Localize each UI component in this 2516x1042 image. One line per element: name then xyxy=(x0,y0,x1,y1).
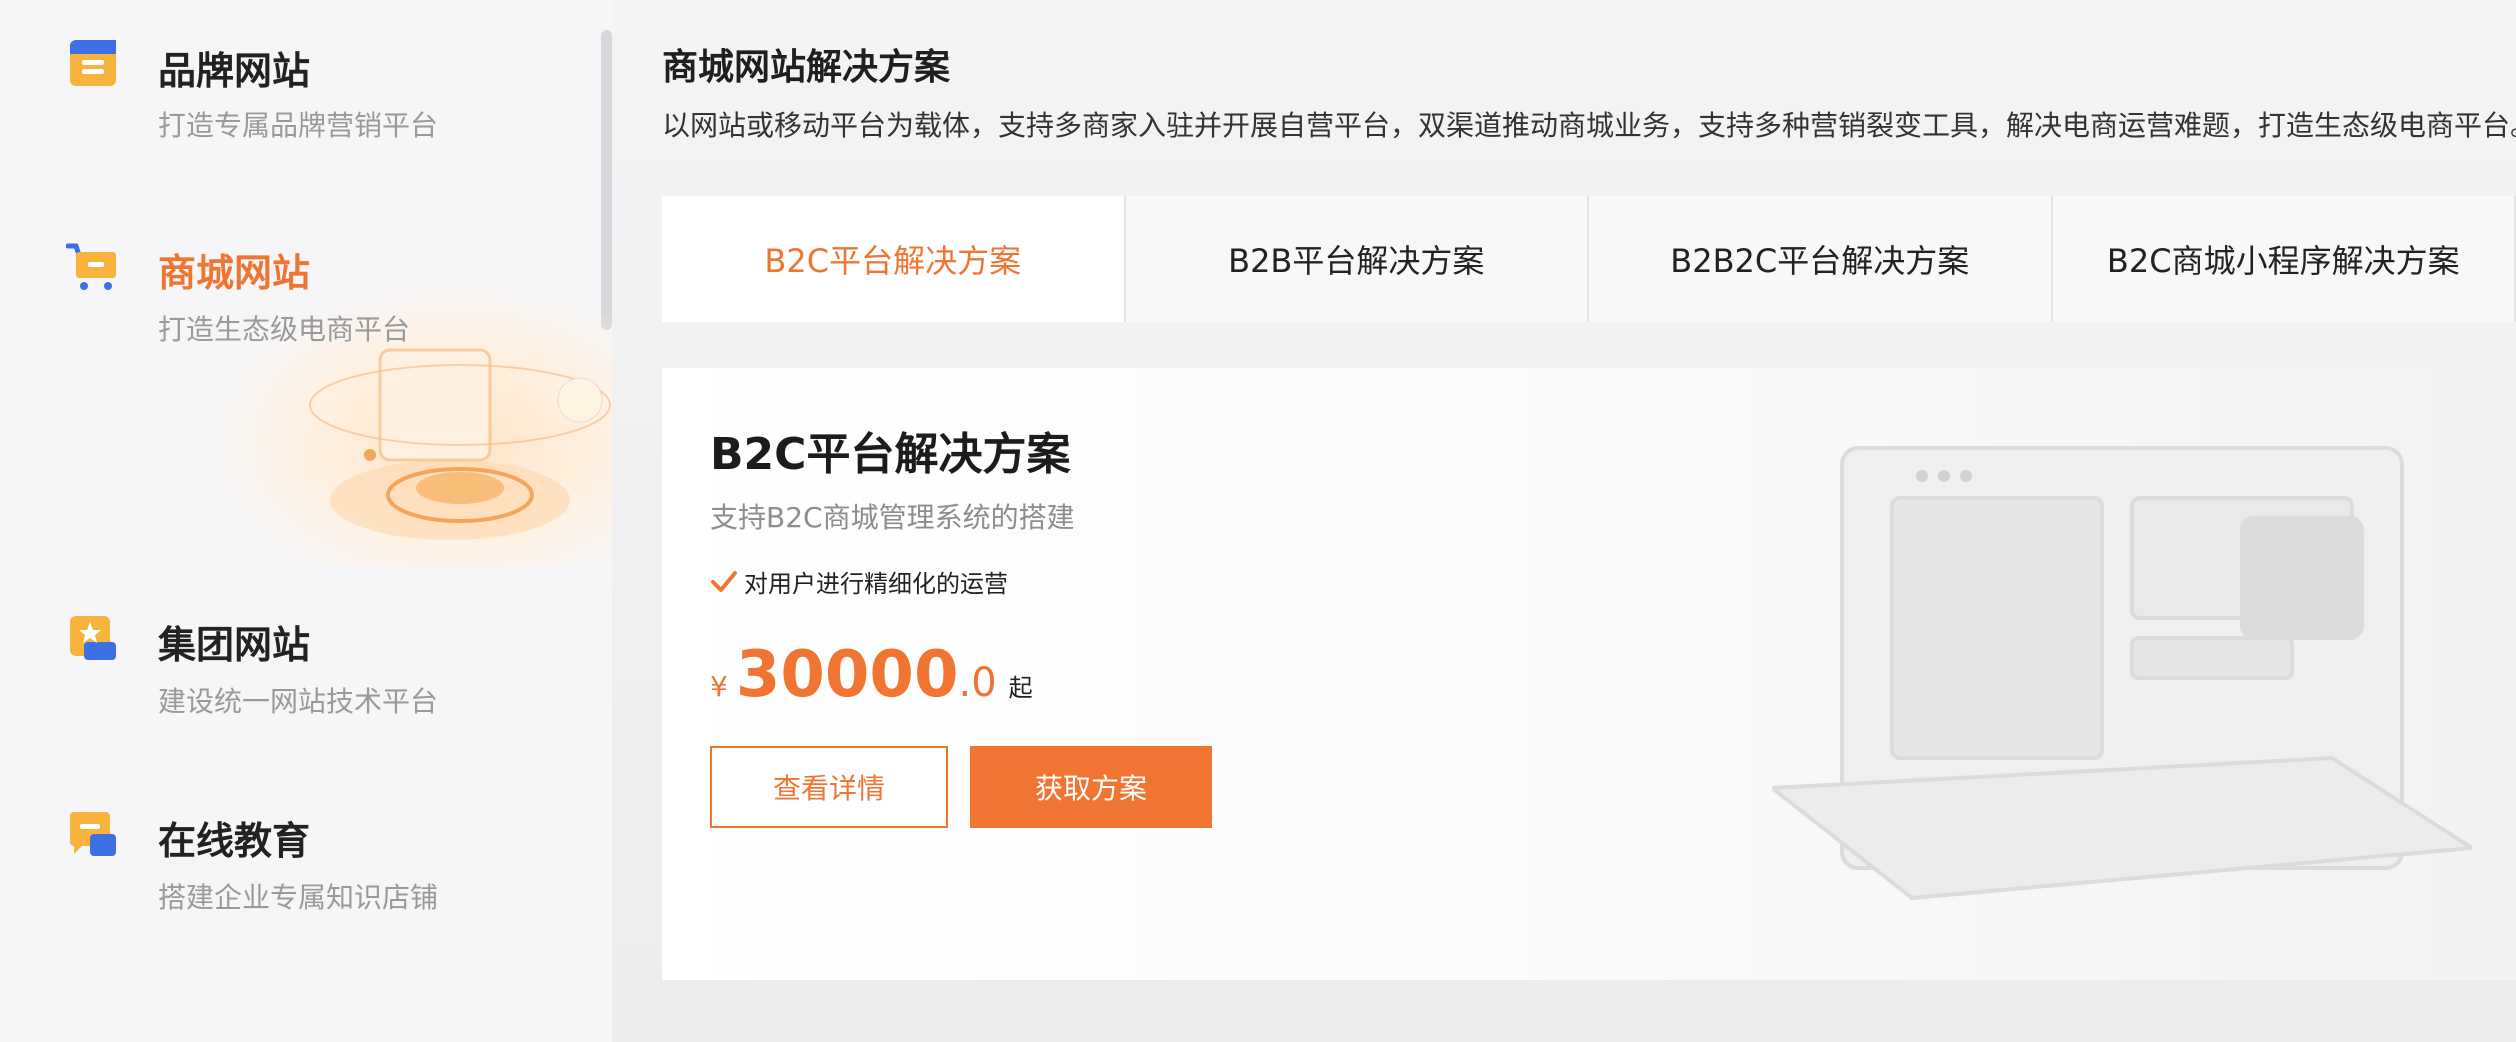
sidebar-item-title: 集团网站 xyxy=(158,623,311,667)
sidebar-item-subtitle: 打造专属品牌营销平台 xyxy=(158,109,439,142)
price-currency: ¥ xyxy=(710,670,728,703)
tab-b2c-miniprogram[interactable]: B2C商城小程序解决方案 xyxy=(2052,196,2516,322)
sidebar-item-mall-site[interactable]: 商城网站 打造生态级电商平台 xyxy=(0,234,600,384)
solution-tabs: B2C平台解决方案 B2B平台解决方案 B2B2C平台解决方案 B2C商城小程序… xyxy=(662,196,2516,322)
main-panel: 商城网站解决方案 以网站或移动平台为载体，支持多商家入驻并开展自营平台，双渠道推… xyxy=(612,0,2516,1042)
sidebar-item-title: 品牌网站 xyxy=(158,49,311,93)
tab-b2c[interactable]: B2C平台解决方案 xyxy=(662,196,1126,322)
price-integer: 30000 xyxy=(735,638,959,712)
view-details-button[interactable]: 查看详情 xyxy=(710,746,948,828)
sidebar-item-subtitle: 搭建企业专属知识店铺 xyxy=(158,881,439,914)
feature-item: 对用户进行精细化的运营 xyxy=(710,564,1008,599)
price: ¥ 30000 .0 起 xyxy=(710,638,1033,712)
price-suffix: 起 xyxy=(1008,674,1033,702)
sidebar-item-group-site[interactable]: 集团网站 建设统一网站技术平台 xyxy=(0,606,600,756)
sidebar-item-title: 在线教育 xyxy=(158,819,311,863)
page-description: 以网站或移动平台为载体，支持多商家入驻并开展自营平台，双渠道推动商城业务，支持多… xyxy=(662,109,2516,142)
page-title: 商城网站解决方案 xyxy=(662,47,951,88)
shopping-cart-icon xyxy=(65,240,120,294)
feature-text: 对用户进行精细化的运营 xyxy=(744,570,1008,598)
check-icon xyxy=(711,570,737,592)
card-subtitle: 支持B2C商城管理系统的搭建 xyxy=(710,501,1075,534)
sidebar: 品牌网站 打造专属品牌营销平台 商城网站 打造生态级电商平台 集团网站 建设统一 xyxy=(0,0,612,1042)
sidebar-item-subtitle: 建设统一网站技术平台 xyxy=(158,685,439,718)
laptop-illustration xyxy=(1766,428,2478,968)
tab-b2b2c[interactable]: B2B2C平台解决方案 xyxy=(1589,196,2053,322)
sidebar-item-subtitle: 打造生态级电商平台 xyxy=(158,313,411,346)
solution-card: B2C平台解决方案 支持B2C商城管理系统的搭建 对用户进行精细化的运营 ¥ 3… xyxy=(662,368,2516,980)
tab-b2b[interactable]: B2B平台解决方案 xyxy=(1125,196,1589,322)
brand-site-icon xyxy=(66,36,120,90)
sidebar-item-online-education[interactable]: 在线教育 搭建企业专属知识店铺 xyxy=(0,802,600,952)
sidebar-item-brand-site[interactable]: 品牌网站 打造专属品牌营销平台 xyxy=(0,30,600,180)
star-badge-icon xyxy=(66,612,120,666)
sidebar-item-title: 商城网站 xyxy=(158,251,311,295)
chat-bubble-icon xyxy=(66,808,120,862)
card-title: B2C平台解决方案 xyxy=(710,429,1071,480)
price-decimal: .0 xyxy=(958,660,997,706)
get-solution-button[interactable]: 获取方案 xyxy=(970,746,1212,828)
sidebar-scrollbar[interactable] xyxy=(601,30,612,330)
